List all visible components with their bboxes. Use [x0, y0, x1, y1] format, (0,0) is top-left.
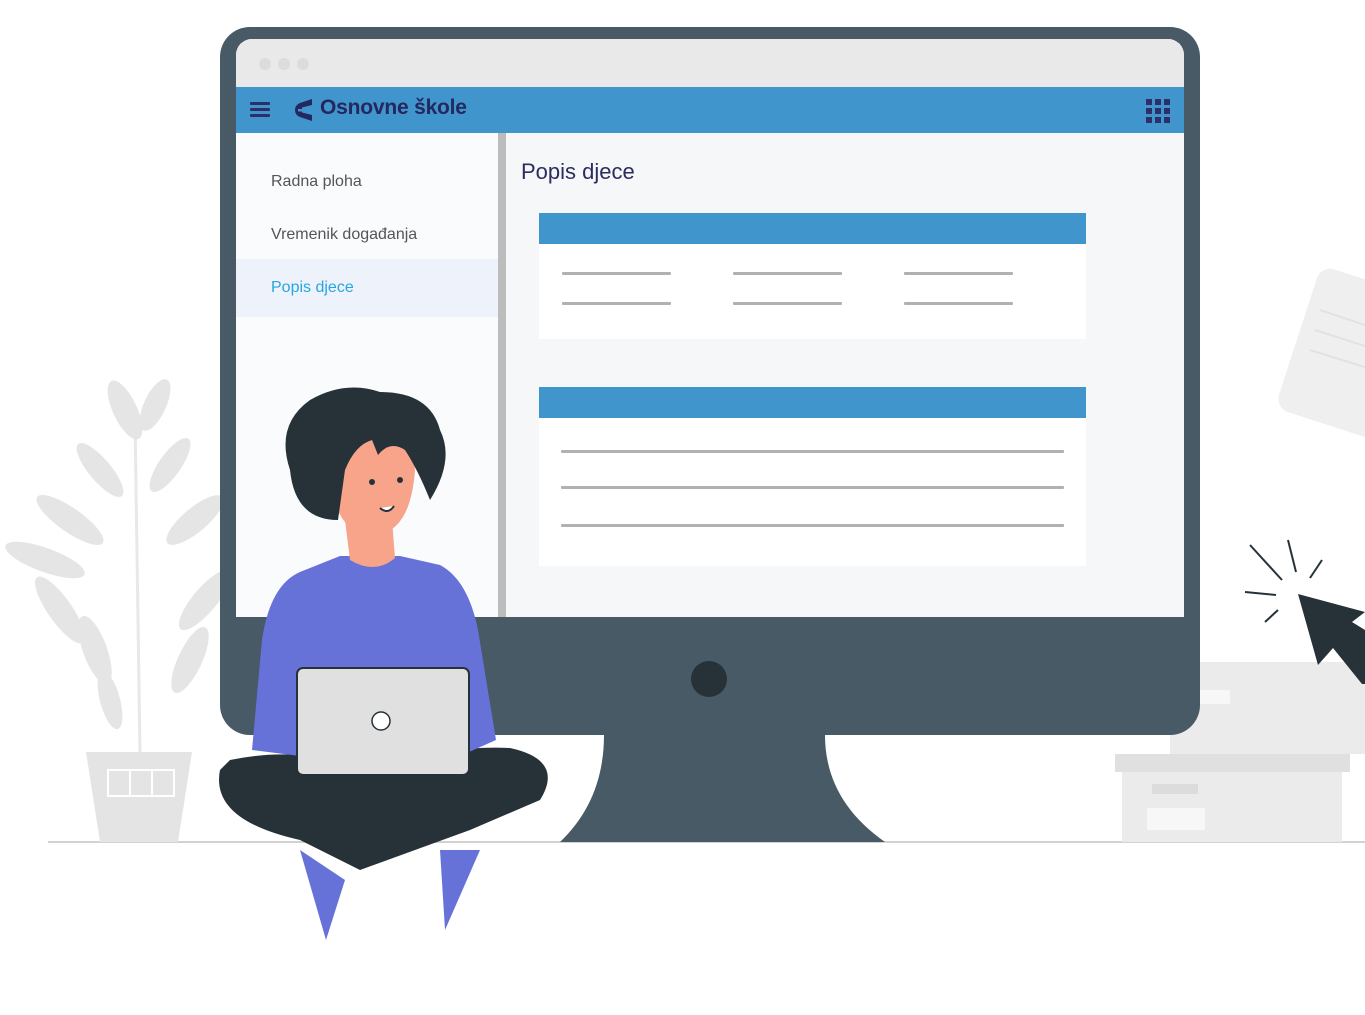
cursor-arrow-icon	[1298, 594, 1365, 684]
person	[219, 387, 548, 940]
person-illustration	[219, 387, 1365, 940]
